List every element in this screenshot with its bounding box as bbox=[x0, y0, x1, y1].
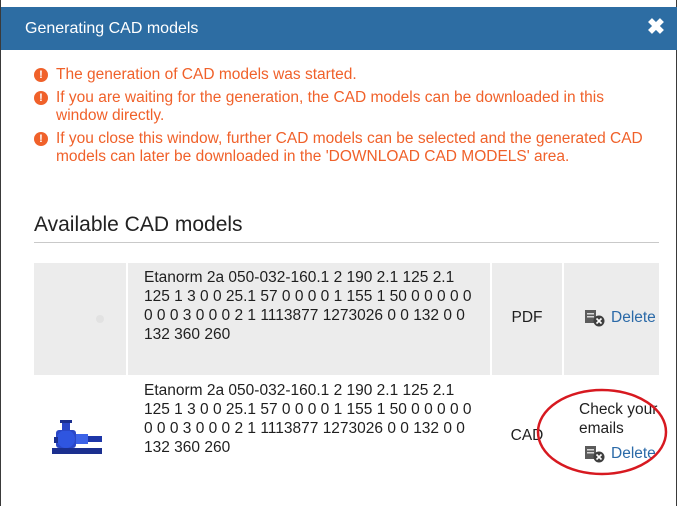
table-row: Etanorm 2a 050-032-160.1 2 190 2.1 125 2… bbox=[34, 376, 659, 494]
delete-button[interactable]: Delete bbox=[584, 308, 656, 328]
thumbnail-cell bbox=[34, 263, 126, 375]
message-text: If you close this window, further CAD mo… bbox=[56, 130, 643, 165]
close-icon[interactable]: ✖ bbox=[645, 15, 667, 39]
dialog-titlebar: Generating CAD models ✖ bbox=[1, 7, 677, 50]
delete-label: Delete bbox=[611, 309, 656, 326]
format-cell: PDF bbox=[492, 263, 562, 375]
model-format: CAD bbox=[510, 427, 544, 444]
alert-circle-icon: ! bbox=[34, 91, 48, 105]
delete-label: Delete bbox=[611, 445, 656, 462]
status-messages: ! The generation of CAD models was start… bbox=[34, 66, 659, 171]
thumbnail-placeholder bbox=[96, 315, 104, 323]
email-status-text: Check your emails bbox=[579, 401, 658, 437]
delete-file-icon bbox=[585, 446, 605, 463]
table-row: Etanorm 2a 050-032-160.1 2 190 2.1 125 2… bbox=[34, 263, 659, 375]
description-cell: Etanorm 2a 050-032-160.1 2 190 2.1 125 2… bbox=[128, 263, 490, 375]
section-divider bbox=[34, 242, 659, 243]
message-close-window: ! If you close this window, further CAD … bbox=[34, 130, 659, 166]
pump-image bbox=[52, 420, 102, 454]
action-cell: Check your emails Delete bbox=[564, 376, 659, 494]
message-text: The generation of CAD models was started… bbox=[56, 66, 357, 83]
description-cell: Etanorm 2a 050-032-160.1 2 190 2.1 125 2… bbox=[128, 376, 490, 494]
available-models-heading: Available CAD models bbox=[34, 213, 243, 236]
delete-file-icon bbox=[585, 310, 605, 327]
thumbnail-cell bbox=[34, 376, 126, 494]
model-description: Etanorm 2a 050-032-160.1 2 190 2.1 125 2… bbox=[144, 382, 472, 456]
format-cell: CAD bbox=[492, 376, 562, 494]
message-waiting: ! If you are waiting for the generation,… bbox=[34, 89, 659, 125]
model-format: PDF bbox=[511, 309, 543, 326]
alert-circle-icon: ! bbox=[34, 132, 48, 146]
action-cell: Delete bbox=[564, 263, 659, 375]
delete-button[interactable]: Delete bbox=[584, 444, 656, 464]
cad-generation-dialog: Generating CAD models ✖ ! The generation… bbox=[0, 0, 677, 506]
alert-circle-icon: ! bbox=[34, 68, 48, 82]
dialog-title: Generating CAD models bbox=[25, 20, 199, 37]
model-description: Etanorm 2a 050-032-160.1 2 190 2.1 125 2… bbox=[144, 269, 472, 343]
message-text: If you are waiting for the generation, t… bbox=[56, 89, 604, 124]
message-generation-started: ! The generation of CAD models was start… bbox=[34, 66, 659, 84]
